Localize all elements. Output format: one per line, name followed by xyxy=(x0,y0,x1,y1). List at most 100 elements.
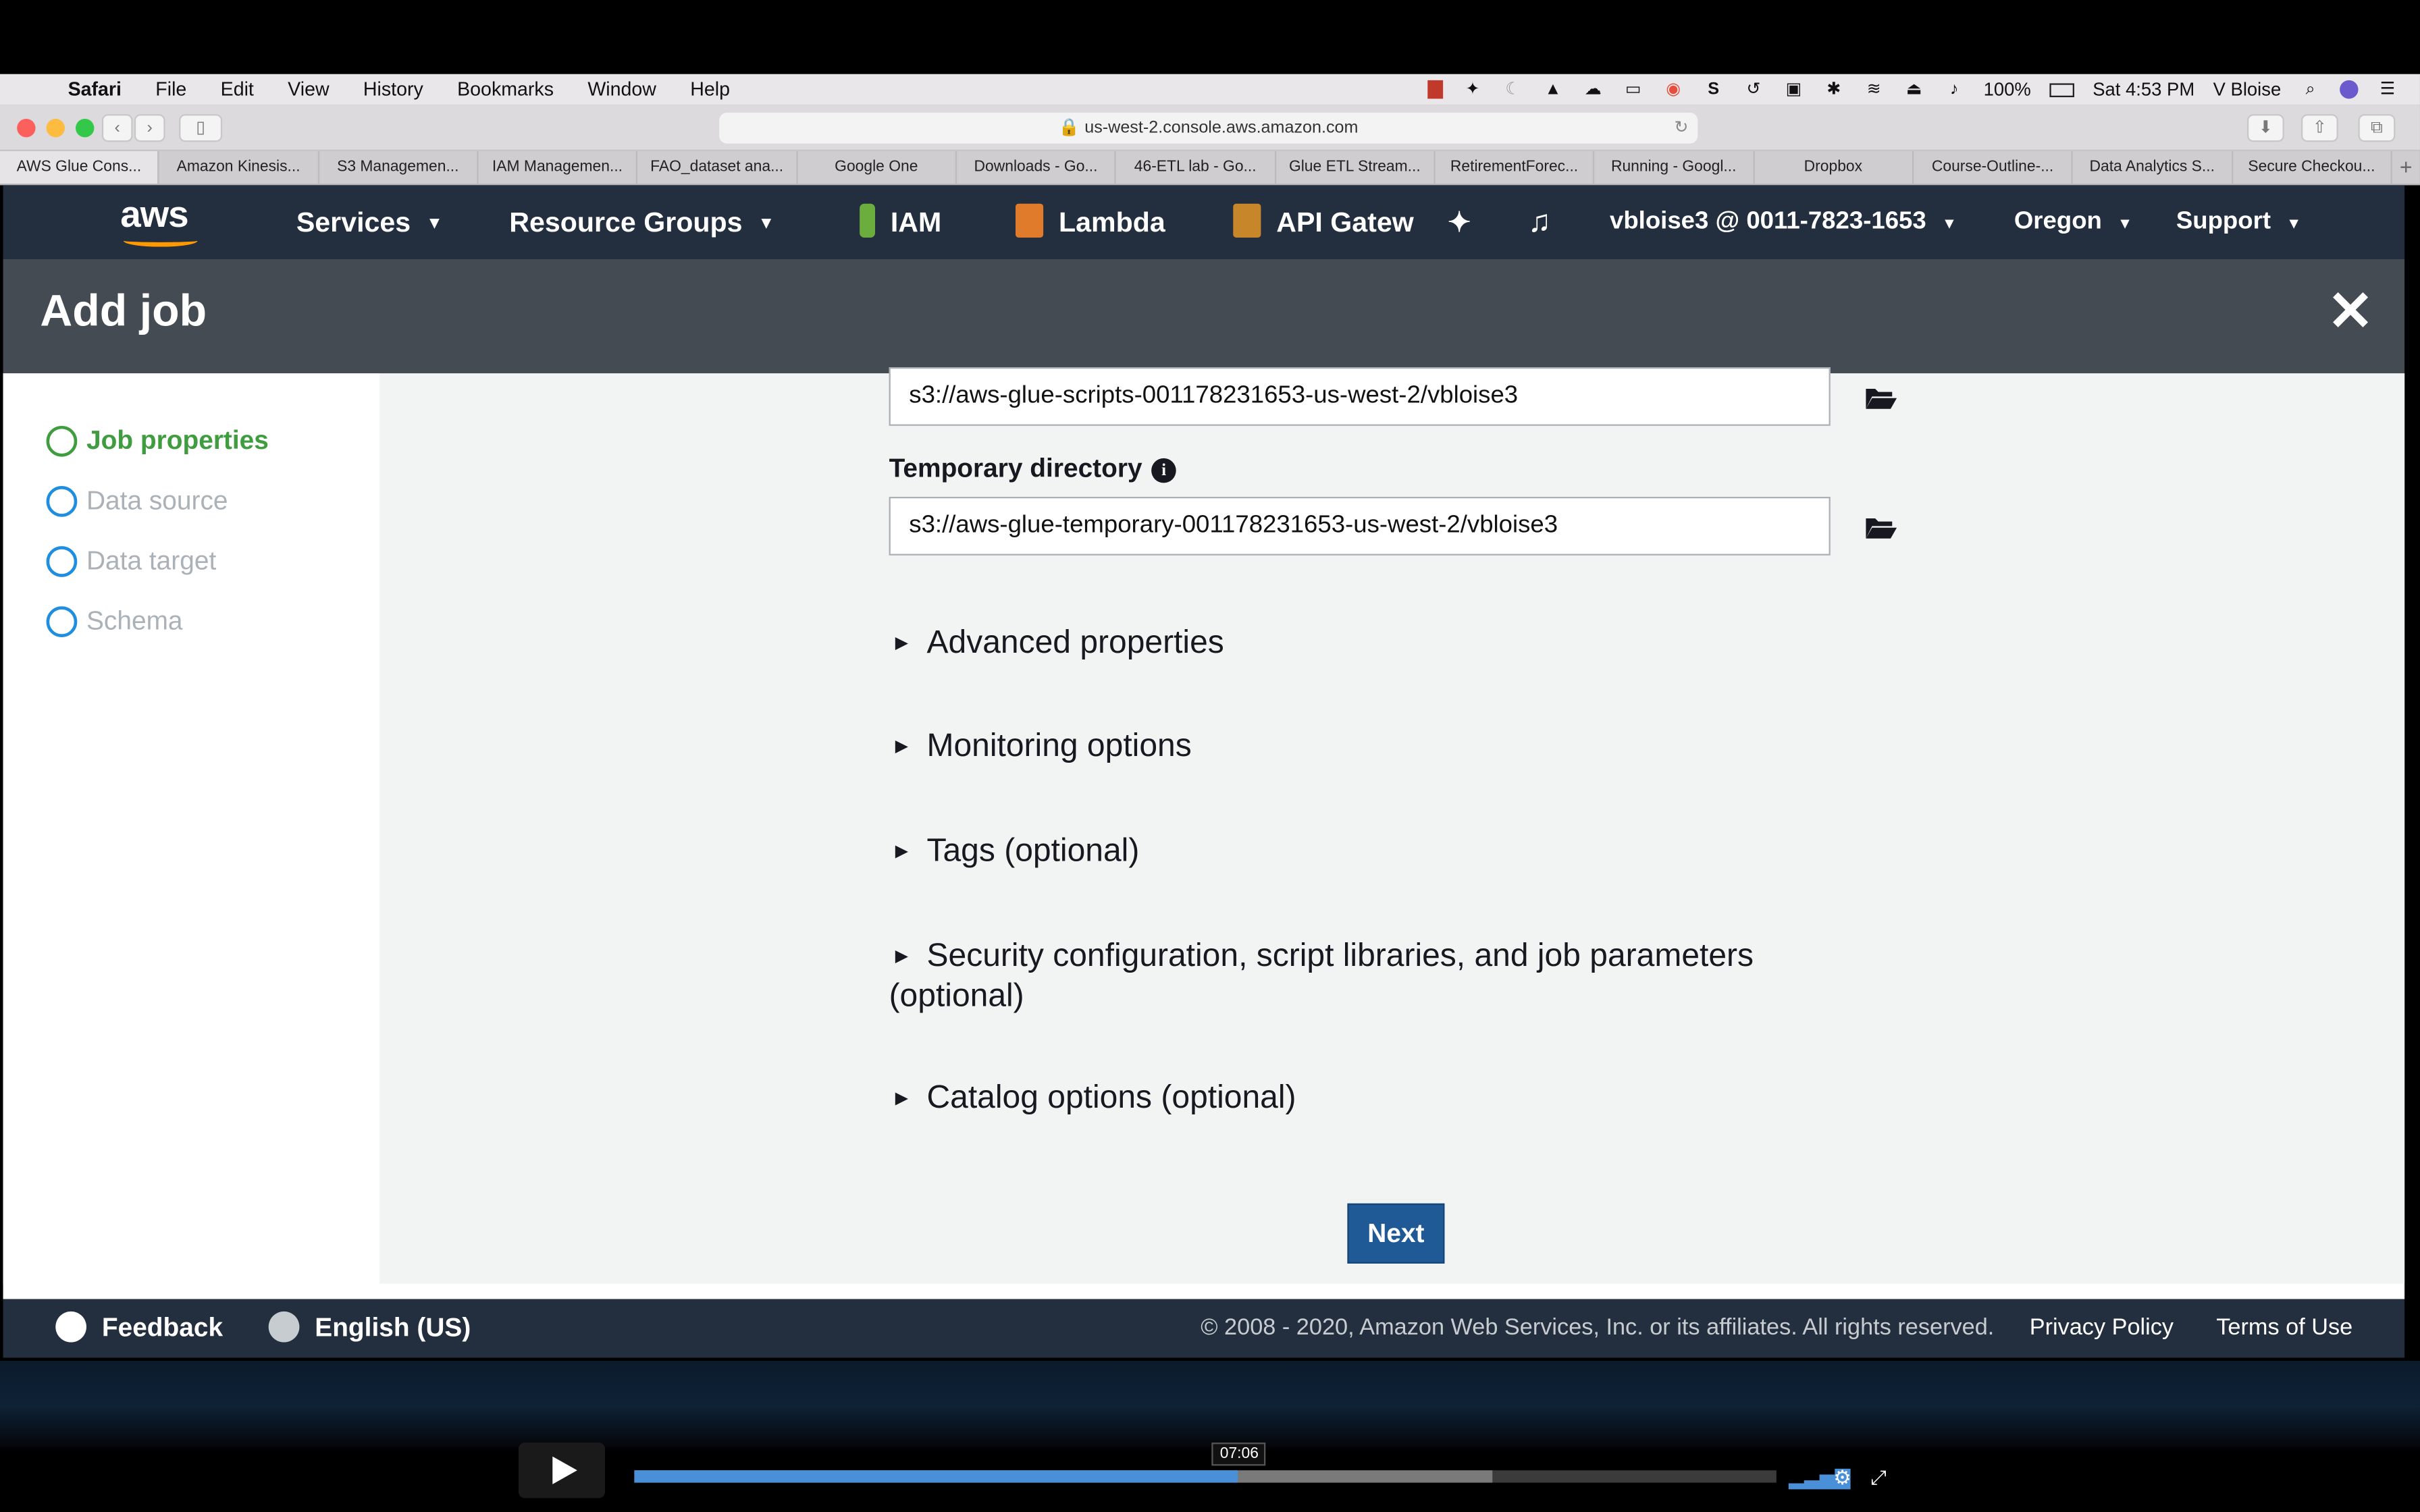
close-icon[interactable]: ✕ xyxy=(2327,280,2373,342)
tab-dropbox[interactable]: Dropbox xyxy=(1754,151,1914,184)
eject-icon[interactable]: ⏏ xyxy=(1903,80,1925,99)
lambda-icon xyxy=(1015,204,1044,238)
region-menu[interactable]: Oregon ▼ xyxy=(2014,185,2133,259)
menu-history[interactable]: History xyxy=(363,79,423,101)
sidebar-toggle-button[interactable]: ▯ xyxy=(179,114,223,142)
tab-course-outline[interactable]: Course-Outline-... xyxy=(1914,151,2074,184)
address-bar[interactable]: 🔒 us-west-2.console.aws.amazon.com ↻ xyxy=(719,112,1698,144)
step-data-target[interactable]: Data target xyxy=(46,546,216,577)
bluetooth-icon[interactable]: ✱ xyxy=(1823,80,1845,99)
wifi-icon[interactable]: ≋ xyxy=(1863,80,1885,99)
window-icon[interactable]: ▭ xyxy=(1623,80,1644,99)
tab-fao-dataset[interactable]: FAO_dataset ana... xyxy=(638,151,797,184)
account-menu[interactable]: vbloise3 @ 0011-7823-1653 ▼ xyxy=(1610,185,1957,259)
notification-center-icon[interactable]: ☰ xyxy=(2377,80,2398,99)
tab-aws-glue[interactable]: AWS Glue Cons... xyxy=(0,151,160,184)
services-menu[interactable]: Services ▼ xyxy=(296,185,443,259)
temp-dir-input[interactable]: s3://aws-glue-temporary-001178231653-us-… xyxy=(889,496,1831,556)
support-menu[interactable]: Support ▼ xyxy=(2176,185,2302,259)
reload-icon[interactable]: ↻ xyxy=(1674,113,1688,144)
menu-help[interactable]: Help xyxy=(690,79,730,101)
clock[interactable]: Sat 4:53 PM xyxy=(2093,79,2194,101)
app-tray-icon[interactable] xyxy=(1427,80,1444,99)
tags-toggle[interactable]: ▶ Tags (optional) xyxy=(889,832,1877,871)
menu-app-name[interactable]: Safari xyxy=(68,79,122,101)
iam-key-icon xyxy=(860,204,875,238)
record-icon[interactable]: ◉ xyxy=(1662,80,1684,99)
forward-button[interactable]: › xyxy=(134,114,165,142)
language-selector[interactable]: English (US) xyxy=(268,1299,471,1358)
lambda-shortcut[interactable]: Lambda xyxy=(1015,185,1165,259)
minimize-window-button[interactable] xyxy=(46,118,65,138)
step-job-properties[interactable]: Job properties xyxy=(46,425,269,457)
info-icon[interactable]: i xyxy=(1151,458,1176,483)
back-button[interactable]: ‹ xyxy=(101,114,133,142)
video-progress-bar[interactable] xyxy=(634,1470,1777,1483)
menu-view[interactable]: View xyxy=(288,79,329,101)
privacy-policy-link[interactable]: Privacy Policy xyxy=(2030,1299,2174,1358)
tab-data-analytics[interactable]: Data Analytics S... xyxy=(2073,151,2233,184)
docker-icon[interactable]: ▲ xyxy=(1542,80,1564,99)
script-icon[interactable]: S xyxy=(1703,80,1725,99)
menu-file[interactable]: File xyxy=(155,79,186,101)
resource-groups-menu[interactable]: Resource Groups ▼ xyxy=(509,185,774,259)
iam-shortcut[interactable]: IAM xyxy=(860,185,941,259)
advanced-properties-toggle[interactable]: ▶ Advanced properties xyxy=(889,623,1877,663)
aws-logo[interactable]: aws xyxy=(117,194,204,250)
airplay-icon[interactable]: ▣ xyxy=(1783,80,1804,99)
cloud-icon[interactable]: ☁ xyxy=(1582,80,1604,99)
share-button[interactable]: ⇧ xyxy=(2300,114,2338,142)
feedback-link[interactable]: Feedback xyxy=(55,1299,223,1358)
play-button[interactable] xyxy=(518,1442,605,1498)
tab-google-one[interactable]: Google One xyxy=(797,151,957,184)
chevron-down-icon: ▼ xyxy=(758,214,775,234)
terms-of-use-link[interactable]: Terms of Use xyxy=(2216,1299,2352,1358)
settings-gear-icon[interactable]: ⚙ xyxy=(1833,1465,1851,1490)
moon-icon[interactable]: ☾ xyxy=(1502,80,1523,99)
catalog-options-toggle[interactable]: ▶ Catalog options (optional) xyxy=(889,1079,1877,1118)
next-button[interactable]: Next xyxy=(1347,1203,1445,1264)
api-gateway-shortcut[interactable]: API Gatew xyxy=(1233,185,1414,259)
menu-window[interactable]: Window xyxy=(587,79,656,101)
new-tab-button[interactable]: + xyxy=(2392,151,2420,184)
step-circle-icon xyxy=(46,425,78,457)
tab-downloads[interactable]: Downloads - Go... xyxy=(957,151,1117,184)
downloads-button[interactable]: ⬇ xyxy=(2246,114,2284,142)
safari-toolbar: ‹ › ▯ 🔒 us-west-2.console.aws.amazon.com… xyxy=(0,105,2420,151)
tab-retirement[interactable]: RetirementForec... xyxy=(1436,151,1595,184)
chevron-down-icon: ▼ xyxy=(2117,215,2133,234)
played-bar xyxy=(634,1470,1239,1483)
tab-s3[interactable]: S3 Managemen... xyxy=(319,151,479,184)
step-schema[interactable]: Schema xyxy=(46,606,183,637)
tab-kinesis[interactable]: Amazon Kinesis... xyxy=(159,151,319,184)
screen: Safari File Edit View History Bookmarks … xyxy=(0,0,2420,1512)
dropbox-icon[interactable]: ✦ xyxy=(1462,80,1483,99)
tab-running[interactable]: Running - Googl... xyxy=(1595,151,1754,184)
menu-edit[interactable]: Edit xyxy=(221,79,254,101)
volume-icon[interactable]: ♪ xyxy=(1943,80,1965,99)
tab-glue-etl-stream[interactable]: Glue ETL Stream... xyxy=(1275,151,1436,184)
folder-open-icon[interactable] xyxy=(1864,385,1898,410)
menu-bookmarks[interactable]: Bookmarks xyxy=(457,79,554,101)
folder-open-icon[interactable] xyxy=(1864,515,1898,540)
fullscreen-icon[interactable]: ⤢ xyxy=(1870,1465,1887,1490)
tab-iam[interactable]: IAM Managemen... xyxy=(479,151,638,184)
notifications-bell-icon[interactable]: ♫ xyxy=(1528,185,1551,259)
battery-icon[interactable] xyxy=(2049,82,2074,97)
time-tooltip: 07:06 xyxy=(1212,1442,1267,1466)
step-data-source[interactable]: Data source xyxy=(46,485,228,517)
zoom-window-button[interactable] xyxy=(75,118,95,138)
close-window-button[interactable] xyxy=(17,118,36,138)
pin-icon[interactable]: ✦ xyxy=(1448,185,1471,259)
siri-icon[interactable] xyxy=(2340,80,2359,99)
tabs-overview-button[interactable]: ⧉ xyxy=(2358,114,2396,142)
script-path-input[interactable]: s3://aws-glue-scripts-001178231653-us-we… xyxy=(889,367,1831,426)
user-name[interactable]: V Bloise xyxy=(2213,79,2282,101)
monitoring-options-toggle[interactable]: ▶ Monitoring options xyxy=(889,727,1877,767)
time-machine-icon[interactable]: ↺ xyxy=(1743,80,1764,99)
spotlight-icon[interactable]: ⌕ xyxy=(2300,80,2321,99)
security-config-toggle[interactable]: ▶ Security configuration, script librarie… xyxy=(889,936,1877,1017)
tab-secure-checkout[interactable]: Secure Checkou... xyxy=(2232,151,2392,184)
tab-etl-lab[interactable]: 46-ETL lab - Go... xyxy=(1116,151,1276,184)
step-circle-icon xyxy=(46,606,78,637)
